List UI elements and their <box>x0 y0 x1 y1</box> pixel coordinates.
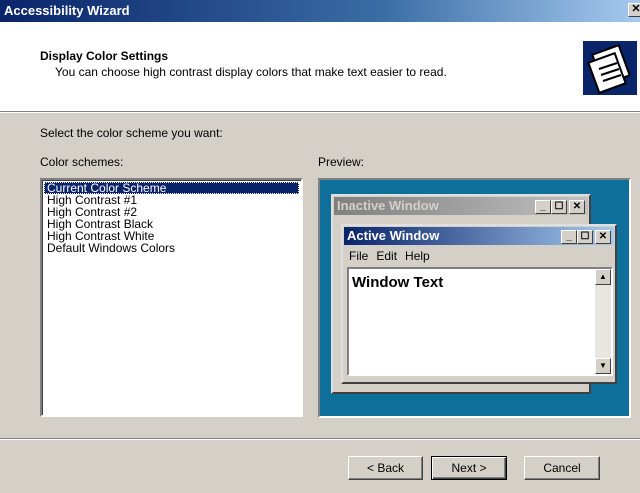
list-item[interactable]: Default Windows Colors <box>44 242 299 254</box>
accessibility-wizard-icon <box>583 41 637 95</box>
inactive-window-title-text: Inactive Window <box>337 198 439 213</box>
close-icon[interactable]: ✕ <box>628 3 640 17</box>
scheme-prompt: Select the color scheme you want: <box>40 126 223 140</box>
close-icon: ✕ <box>569 200 585 214</box>
window-text-sample: Window Text <box>352 274 444 291</box>
page-subtitle: You can choose high contrast display col… <box>55 65 447 79</box>
footer-divider-highlight <box>0 439 640 440</box>
preview-scrollbar: ▲ ▼ <box>595 269 611 374</box>
preview-label: Preview: <box>318 155 365 169</box>
window-title: Accessibility Wizard <box>4 3 130 18</box>
title-bar: Accessibility Wizard ✕ <box>0 0 640 22</box>
maximize-icon: ☐ <box>551 200 567 214</box>
scroll-down-icon: ▼ <box>595 358 611 374</box>
preview-pane: Inactive Window _ ☐ ✕ Active Window _ ☐ … <box>318 178 631 418</box>
header-divider <box>0 112 640 113</box>
color-schemes-list[interactable]: Current Color Scheme High Contrast #1 Hi… <box>40 178 303 417</box>
scroll-up-icon: ▲ <box>595 269 611 285</box>
close-icon: ✕ <box>595 230 611 244</box>
wizard-header: Display Color Settings You can choose hi… <box>0 22 640 112</box>
active-window-preview: Active Window _ ☐ ✕ File Edit Help Windo… <box>341 224 617 384</box>
next-button[interactable]: Next > <box>431 456 507 480</box>
back-button[interactable]: < Back <box>348 456 423 480</box>
minimize-icon: _ <box>561 230 577 244</box>
inactive-window-title: Inactive Window _ ☐ ✕ <box>334 197 588 215</box>
menu-help: Help <box>405 249 430 263</box>
active-window-title: Active Window _ ☐ ✕ <box>344 227 614 245</box>
maximize-icon: ☐ <box>577 230 593 244</box>
minimize-icon: _ <box>535 200 551 214</box>
preview-text-area: Window Text ▲ ▼ <box>347 267 613 376</box>
color-schemes-label: Color schemes: <box>40 155 124 169</box>
menu-edit: Edit <box>376 249 398 263</box>
page-title: Display Color Settings <box>40 49 169 63</box>
menu-file: File <box>349 249 369 263</box>
preview-menubar: File Edit Help <box>349 249 430 263</box>
active-window-title-text: Active Window <box>347 228 440 243</box>
cancel-button[interactable]: Cancel <box>524 456 600 480</box>
